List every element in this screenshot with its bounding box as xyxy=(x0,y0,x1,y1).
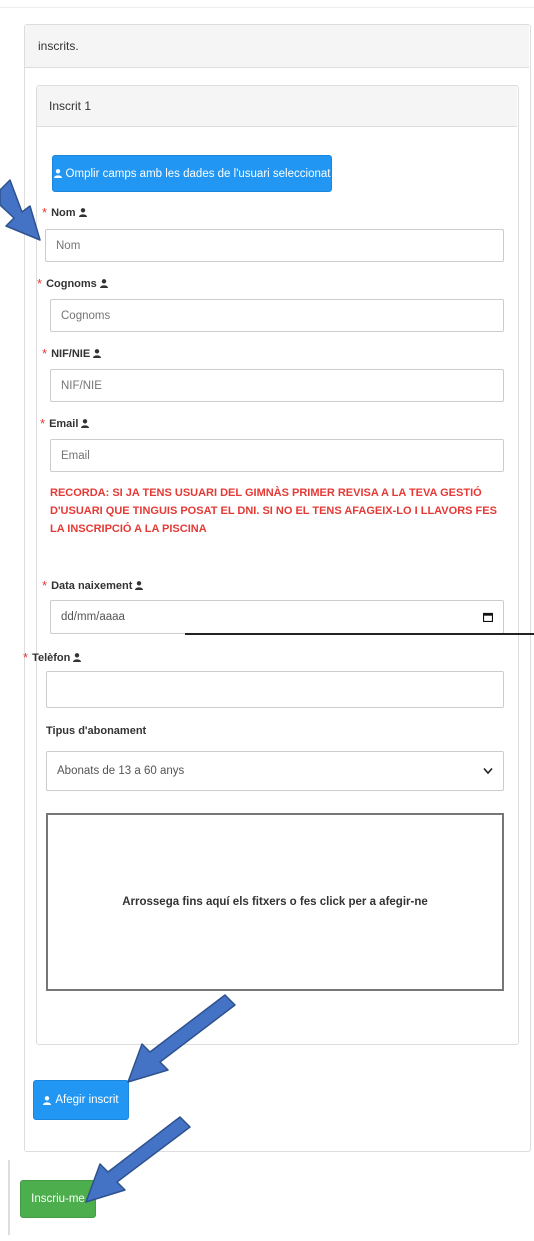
subscription-type-select[interactable]: Abonats de 13 a 60 anys xyxy=(46,751,504,791)
user-icon xyxy=(135,581,144,590)
subscription-type-label-text: Tipus d'abonament xyxy=(46,725,147,737)
left-border-line xyxy=(8,1160,10,1235)
nif-label-text: NIF/NIE xyxy=(51,347,91,360)
calendar-icon[interactable] xyxy=(483,612,493,622)
birth-date-placeholder: dd/mm/aaaa xyxy=(61,611,125,623)
email-label-text: Email xyxy=(49,417,79,430)
user-icon xyxy=(73,653,82,662)
birth-date-label: * Data naixement xyxy=(42,578,144,593)
user-icon xyxy=(99,279,108,288)
birth-date-label-text: Data naixement xyxy=(51,579,133,592)
file-dropzone[interactable]: Arrossega fins aquí els fitxers o fes cl… xyxy=(46,813,504,991)
subscriber-panel-header xyxy=(37,86,517,127)
required-mark: * xyxy=(42,346,48,361)
cognoms-input[interactable] xyxy=(50,299,504,332)
fill-from-user-button-label: Omplir camps amb les dades de l'usuari s… xyxy=(65,167,331,180)
required-mark: * xyxy=(42,205,48,220)
user-icon xyxy=(93,349,102,358)
required-mark: * xyxy=(40,416,46,431)
email-label: * Email xyxy=(40,416,90,431)
phone-label-text: Telèfon xyxy=(32,651,71,664)
phone-input[interactable] xyxy=(46,671,504,708)
nif-label: * NIF/NIE xyxy=(42,346,102,361)
inscrits-panel-header xyxy=(25,25,529,68)
inscrits-panel-title: inscrits. xyxy=(38,39,79,53)
dni-warning-text: RECORDA: SI JA TENS USUARI DEL GIMNÀS PR… xyxy=(50,487,497,535)
birth-date-input[interactable]: dd/mm/aaaa xyxy=(50,600,504,634)
screenshot-separator xyxy=(185,633,534,635)
nom-label: * Nom xyxy=(42,205,87,220)
nif-input[interactable] xyxy=(50,369,504,402)
submit-button[interactable]: Inscriu-me xyxy=(20,1180,96,1218)
add-subscriber-button[interactable]: Afegir inscrit xyxy=(33,1080,129,1120)
cognoms-label: * Cognoms xyxy=(37,276,108,291)
user-icon xyxy=(53,169,62,178)
required-mark: * xyxy=(23,650,29,665)
phone-label: * Telèfon xyxy=(23,650,82,665)
subscription-type-value: Abonats de 13 a 60 anys xyxy=(57,765,185,777)
required-mark: * xyxy=(42,578,48,593)
nom-label-text: Nom xyxy=(51,206,76,219)
nom-input[interactable] xyxy=(45,229,504,262)
cognoms-label-text: Cognoms xyxy=(46,277,97,290)
fill-from-user-button[interactable]: Omplir camps amb les dades de l'usuari s… xyxy=(52,155,332,192)
top-divider xyxy=(0,7,534,8)
subscriber-panel-title: Inscrit 1 xyxy=(49,99,92,113)
add-subscriber-button-label: Afegir inscrit xyxy=(55,1094,119,1106)
file-dropzone-text: Arrossega fins aquí els fitxers o fes cl… xyxy=(122,896,428,908)
user-icon xyxy=(78,208,87,217)
user-icon xyxy=(43,1095,52,1105)
email-input[interactable] xyxy=(50,439,504,472)
required-mark: * xyxy=(37,276,43,291)
user-icon xyxy=(81,419,90,428)
chevron-down-icon xyxy=(483,767,493,775)
subscription-type-label: Tipus d'abonament xyxy=(46,725,146,737)
